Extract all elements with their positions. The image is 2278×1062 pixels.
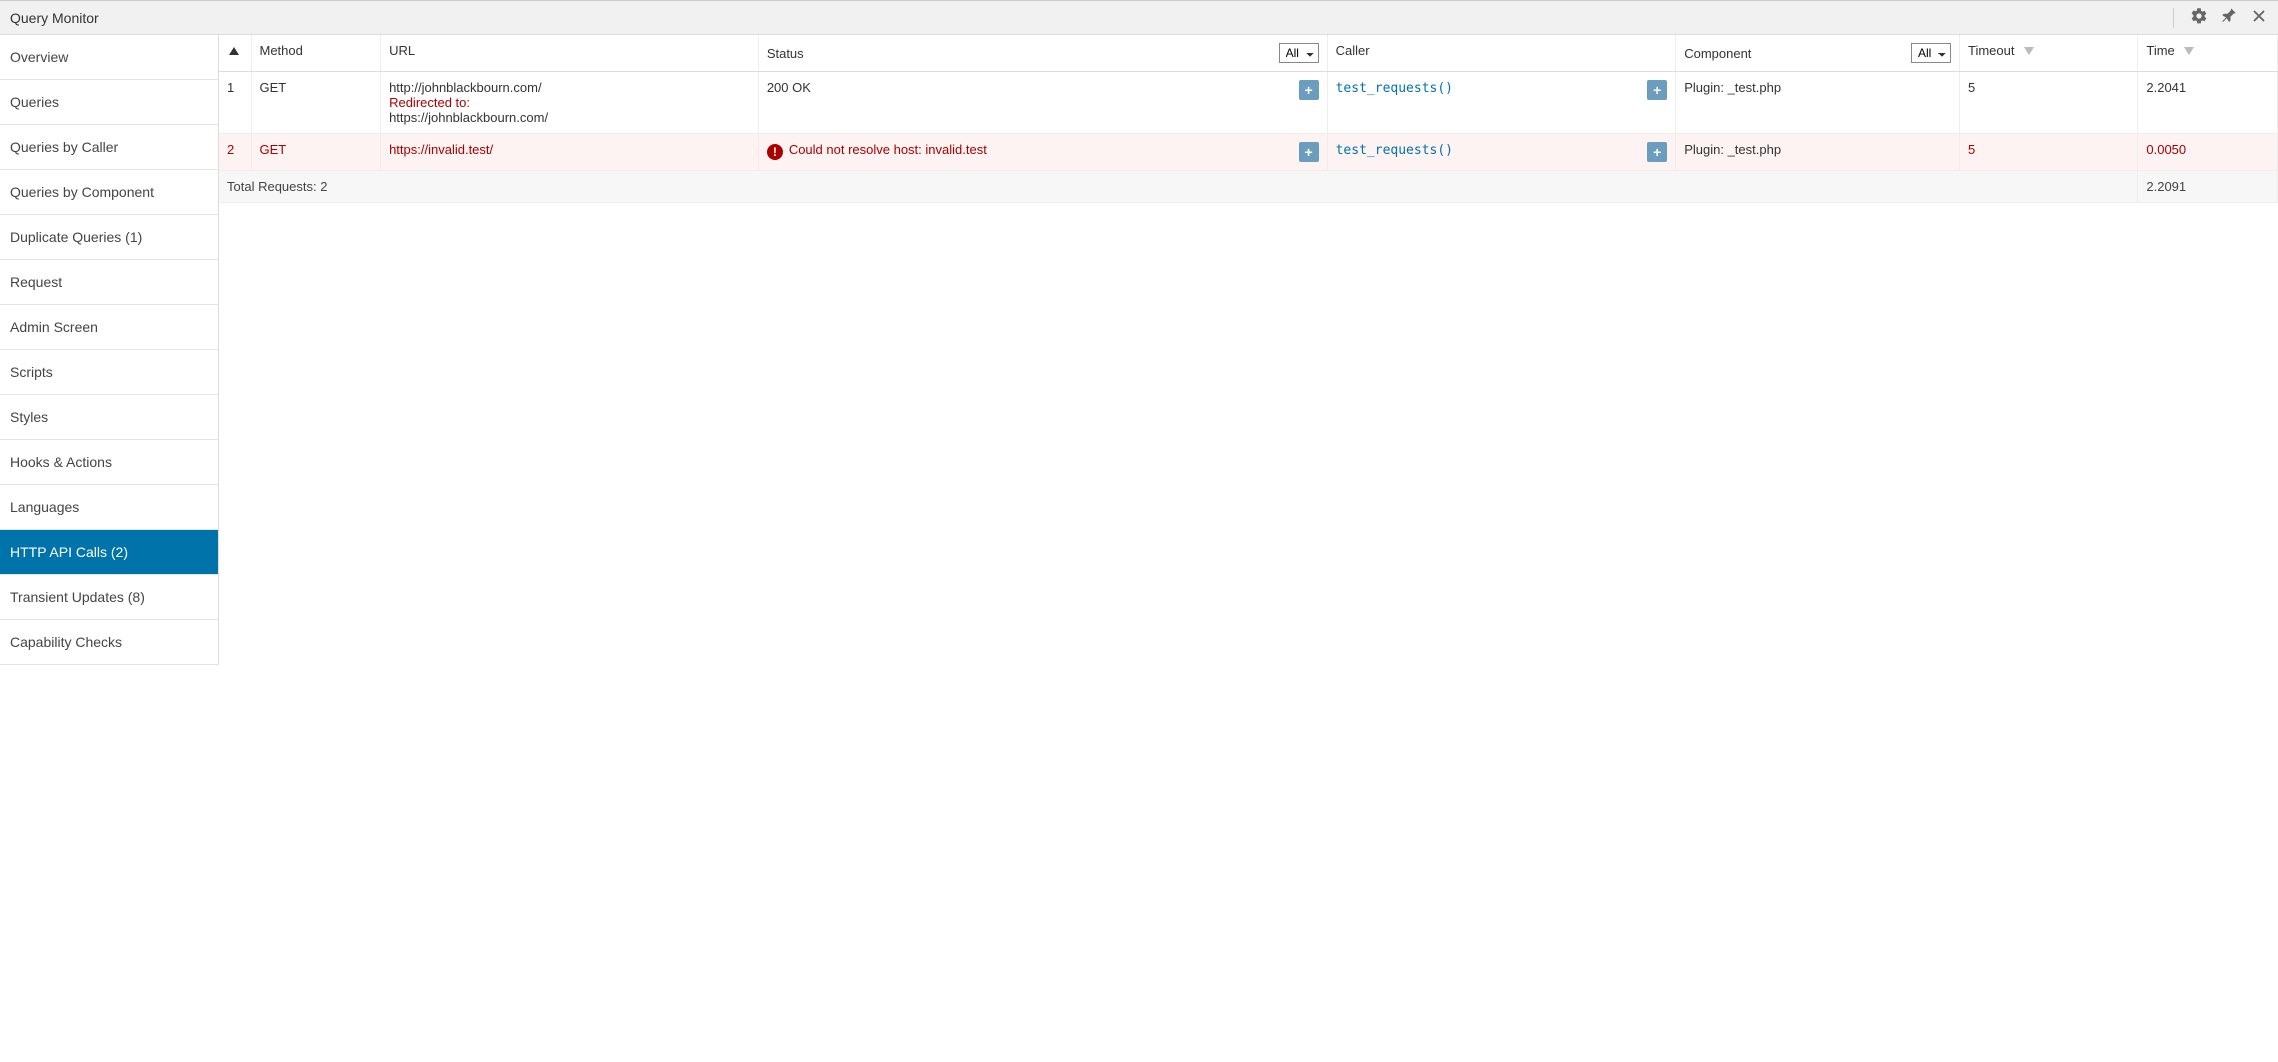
sidebar-item[interactable]: HTTP API Calls (2) [0,530,218,575]
row-caller-cell: + test_requests() [1327,134,1676,171]
redirect-label: Redirected to: [389,95,750,110]
component-filter-select[interactable]: All [1911,43,1951,63]
row-index: 1 [219,72,251,134]
sidebar-item[interactable]: Styles [0,395,218,440]
col-component: Component All [1676,35,1960,72]
sidebar-item[interactable]: Transient Updates (8) [0,575,218,620]
row-caller-cell: + test_requests() [1327,72,1676,134]
panel-title: Query Monitor [10,10,99,26]
table-row: 2GET https://invalid.test/ +! Could not res… [219,134,2278,171]
row-method: GET [251,72,381,134]
table-footer-row: Total Requests: 2 2.2091 [219,171,2278,203]
sidebar-item[interactable]: Admin Screen [0,305,218,350]
panel-body: OverviewQueriesQueries by CallerQueries … [0,35,2278,665]
row-status-cell: +200 OK [758,72,1327,134]
main-content: Method URL Status All Caller [219,35,2278,665]
separator [2173,8,2174,28]
http-api-calls-table: Method URL Status All Caller [219,35,2278,203]
sidebar-item[interactable]: Overview [0,35,218,80]
total-time: 2.2091 [2138,171,2278,203]
col-caller: Caller [1327,35,1676,72]
redirect-url: https://johnblackbourn.com/ [389,110,750,125]
status-filter-select[interactable]: All [1279,43,1319,63]
row-timeout: 5 [1960,72,2138,134]
error-icon: ! [767,144,783,160]
table-header-row: Method URL Status All Caller [219,35,2278,72]
col-status-label: Status [767,46,804,61]
col-time[interactable]: Time [2138,35,2278,72]
col-method: Method [251,35,381,72]
row-method: GET [251,134,381,171]
sidebar-item[interactable]: Request [0,260,218,305]
sidebar-item[interactable]: Duplicate Queries (1) [0,215,218,260]
row-url: http://johnblackbourn.com/ [389,80,750,95]
query-monitor-panel: Query Monitor OverviewQueriesQueries by … [0,0,2278,665]
gear-icon[interactable] [2190,7,2208,28]
row-status-cell: +! Could not resolve host: invalid.test [758,134,1327,171]
titlebar: Query Monitor [0,1,2278,35]
sidebar-item[interactable]: Hooks & Actions [0,440,218,485]
col-url: URL [381,35,759,72]
sidebar-item[interactable]: Queries by Component [0,170,218,215]
pin-icon[interactable] [2220,7,2238,28]
row-url-cell: https://invalid.test/ [381,134,759,171]
sort-icon [2024,47,2034,55]
expand-button[interactable]: + [1299,80,1319,100]
row-status: Could not resolve host: invalid.test [789,142,987,157]
col-index[interactable] [219,35,251,72]
row-url-cell: http://johnblackbourn.com/Redirected to:… [381,72,759,134]
table-row: 1GEThttp://johnblackbourn.com/Redirected… [219,72,2278,134]
col-timeout[interactable]: Timeout [1960,35,2138,72]
row-time: 2.2041 [2138,72,2278,134]
row-index: 2 [219,134,251,171]
row-timeout: 5 [1960,134,2138,171]
row-time: 0.0050 [2138,134,2278,171]
total-requests-label: Total Requests: 2 [219,171,2138,203]
sidebar-item[interactable]: Queries [0,80,218,125]
sidebar-item[interactable]: Capability Checks [0,620,218,665]
sidebar-item[interactable]: Languages [0,485,218,530]
sort-asc-icon [229,47,239,55]
row-caller: test_requests() [1336,143,1453,158]
sidebar: OverviewQueriesQueries by CallerQueries … [0,35,219,665]
row-status: 200 OK [767,80,811,95]
row-url: https://invalid.test/ [389,142,750,157]
row-caller: test_requests() [1336,81,1453,96]
col-component-label: Component [1684,46,1751,61]
sort-icon [2184,47,2194,55]
row-component: Plugin: _test.php [1676,134,1960,171]
row-component: Plugin: _test.php [1676,72,1960,134]
sidebar-item[interactable]: Scripts [0,350,218,395]
sidebar-item[interactable]: Queries by Caller [0,125,218,170]
expand-button[interactable]: + [1647,142,1667,162]
expand-button[interactable]: + [1647,80,1667,100]
close-icon[interactable] [2250,7,2268,28]
col-status: Status All [758,35,1327,72]
expand-button[interactable]: + [1299,142,1319,162]
titlebar-actions [2173,7,2268,28]
